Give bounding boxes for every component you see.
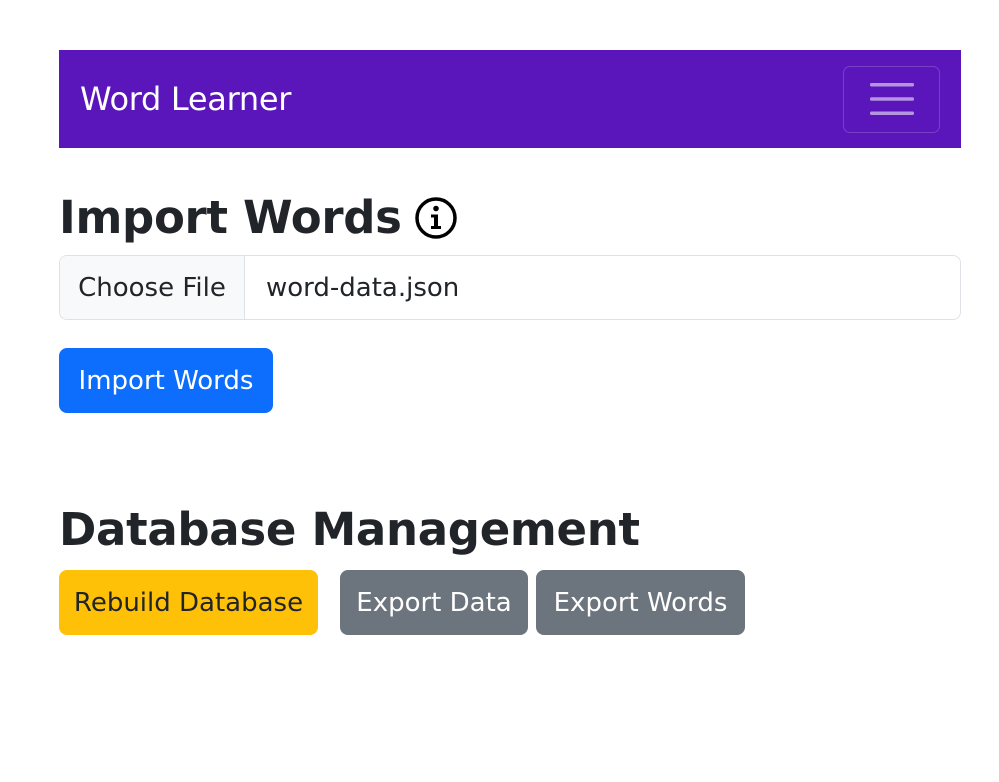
file-input-group[interactable]: Choose File word-data.json bbox=[59, 255, 961, 320]
export-data-button[interactable]: Export Data bbox=[340, 570, 528, 635]
navbar-brand[interactable]: Word Learner bbox=[80, 83, 291, 115]
navbar-toggler-button[interactable] bbox=[843, 65, 940, 133]
navbar: Word Learner bbox=[59, 50, 961, 148]
database-management-heading: Database Management bbox=[59, 503, 640, 556]
rebuild-database-button[interactable]: Rebuild Database bbox=[59, 570, 318, 635]
hamburger-menu-icon bbox=[869, 82, 915, 116]
import-words-title: Import Words bbox=[59, 191, 402, 244]
selected-file-name: word-data.json bbox=[266, 272, 460, 303]
import-words-button[interactable]: Import Words bbox=[59, 348, 273, 413]
import-words-heading: Import Words bbox=[59, 195, 458, 240]
choose-file-button[interactable]: Choose File bbox=[60, 256, 245, 319]
main-container: Word Learner Import Words Choose File wo… bbox=[59, 50, 961, 635]
info-circle-icon[interactable] bbox=[414, 196, 458, 240]
export-words-button[interactable]: Export Words bbox=[536, 570, 745, 635]
